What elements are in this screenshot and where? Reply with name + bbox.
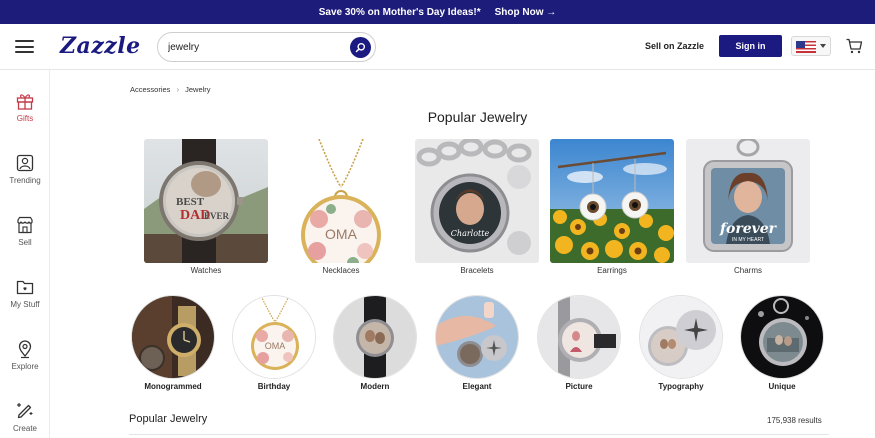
watch-text-ever: EVER (204, 211, 230, 221)
style-modern[interactable]: Modern (333, 295, 417, 391)
monogrammed-image (131, 295, 215, 379)
category-label-bracelets: Bracelets (460, 266, 494, 275)
left-sidebar: Gifts Trending Sell My Stuff Explore Cre… (0, 70, 50, 438)
search-icon (355, 42, 366, 53)
category-label-necklaces: Necklaces (322, 266, 360, 275)
store-icon (17, 216, 33, 234)
chevron-right-icon: › (176, 85, 180, 94)
category-charms[interactable]: forever IN MY HEART Charms (686, 139, 810, 275)
category-watches[interactable]: BEST DAD EVER Watches (144, 139, 268, 275)
results-section-title: Popular Jewelry (129, 413, 208, 425)
search-button[interactable] (350, 37, 371, 58)
search-input[interactable] (168, 39, 343, 56)
typography-image (639, 295, 723, 379)
style-label-picture: Picture (565, 382, 593, 391)
watches-image: BEST DAD EVER (144, 139, 268, 263)
style-label-monogrammed: Monogrammed (144, 382, 202, 391)
cart-icon[interactable] (845, 37, 863, 55)
gift-icon (16, 94, 34, 110)
style-label-unique: Unique (768, 382, 796, 391)
birthday-image: OMA (232, 295, 316, 379)
folder-icon (16, 280, 34, 295)
bracelets-image: Charlotte (415, 139, 539, 263)
sidebar-item-create[interactable]: Create (0, 401, 50, 433)
sidebar-item-sell[interactable]: Sell (0, 215, 50, 247)
bracelet-text-charlotte: Charlotte (451, 229, 490, 238)
necklace-text-oma: OMA (325, 226, 358, 242)
style-picture[interactable]: Picture (537, 295, 621, 391)
sidebar-label-sell: Sell (18, 238, 32, 247)
earrings-image (550, 139, 674, 263)
style-elegant[interactable]: Elegant (435, 295, 519, 391)
location-pin-icon (18, 340, 32, 359)
watch-text-best: BEST (176, 196, 205, 208)
category-label-earrings: Earrings (597, 266, 627, 275)
promo-text: Save 30% on Mother's Day Ideas!* (318, 6, 481, 18)
zazzle-logo[interactable]: Zazzle (60, 33, 141, 59)
category-earrings[interactable]: Earrings (550, 139, 674, 275)
charm-text-in-my-heart: IN MY HEART (732, 237, 764, 243)
page-title: Popular Jewelry (427, 109, 528, 125)
style-birthday[interactable]: OMA Birthday (232, 295, 316, 391)
pencil-sparkle-icon (17, 403, 33, 419)
sidebar-label-my-stuff: My Stuff (10, 300, 40, 309)
breadcrumb-accessories[interactable]: Accessories (130, 85, 170, 94)
birthday-text-oma: OMA (265, 341, 286, 351)
site-header: Zazzle Sell on Zazzle Sign in (0, 24, 875, 70)
shop-now-link[interactable]: Shop Now → (495, 7, 557, 18)
style-monogrammed[interactable]: Monogrammed (131, 295, 215, 391)
style-typography[interactable]: Typography (639, 295, 723, 391)
sidebar-label-create: Create (12, 424, 37, 433)
charm-text-forever: forever (719, 221, 778, 237)
sidebar-label-trending: Trending (9, 176, 41, 185)
results-count: 175,938 results (767, 416, 822, 425)
sidebar-item-trending[interactable]: Trending (0, 153, 50, 185)
promo-banner[interactable]: Save 30% on Mother's Day Ideas!* Shop No… (0, 0, 875, 24)
charms-image: forever IN MY HEART (686, 139, 810, 263)
style-label-elegant: Elegant (462, 382, 492, 391)
sell-on-zazzle-link[interactable]: Sell on Zazzle (645, 41, 704, 51)
sidebar-label-explore: Explore (11, 362, 39, 371)
category-necklaces[interactable]: OMA Necklaces (279, 139, 403, 275)
modern-image (333, 295, 417, 379)
chevron-down-icon (820, 44, 826, 48)
category-label-watches: Watches (190, 266, 222, 275)
style-unique[interactable]: Unique (740, 295, 824, 391)
category-label-charms: Charms (733, 266, 762, 275)
menu-icon[interactable] (15, 40, 34, 53)
sidebar-item-explore[interactable]: Explore (0, 339, 50, 371)
category-bracelets[interactable]: Charlotte Bracelets (415, 139, 539, 275)
necklaces-image: OMA (279, 139, 403, 263)
trending-icon (16, 154, 34, 172)
picture-image (537, 295, 621, 379)
divider (129, 434, 829, 435)
breadcrumb-jewelry[interactable]: Jewelry (185, 85, 210, 94)
style-label-modern: Modern (360, 382, 390, 391)
sign-in-button[interactable]: Sign in (719, 35, 782, 57)
search-bar (157, 32, 376, 62)
sidebar-item-my-stuff[interactable]: My Stuff (0, 277, 50, 309)
locale-selector[interactable] (791, 36, 831, 56)
unique-image (740, 295, 824, 379)
elegant-image (435, 295, 519, 379)
style-label-birthday: Birthday (257, 382, 291, 391)
breadcrumb: Accessories › Jewelry (130, 85, 211, 94)
flag-icon (796, 41, 816, 53)
style-label-typography: Typography (658, 382, 704, 391)
